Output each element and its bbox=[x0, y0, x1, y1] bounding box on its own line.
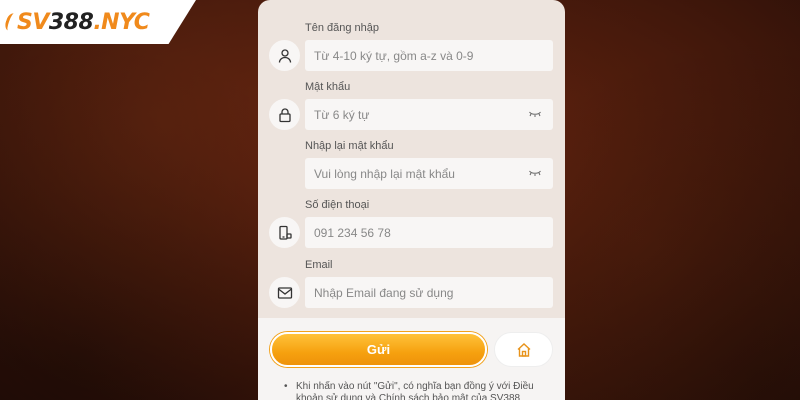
email-placeholder: Nhập Email đang sử dụng bbox=[314, 285, 454, 300]
email-label: Email bbox=[305, 259, 333, 271]
confirm-password-placeholder: Vui lòng nhập lại mật khẩu bbox=[314, 166, 455, 181]
phone-label: Số điện thoại bbox=[305, 199, 370, 211]
user-icon bbox=[269, 40, 300, 71]
phone-input[interactable]: 091 234 56 78 bbox=[305, 217, 553, 248]
mail-icon bbox=[269, 277, 300, 308]
eye-closed-icon[interactable] bbox=[529, 111, 541, 117]
username-placeholder: Từ 4-10 ký tự, gồm a-z và 0-9 bbox=[314, 48, 474, 63]
terms-note: • Khi nhấn vào nút "Gửi", có nghĩa bạn đ… bbox=[284, 381, 544, 400]
username-label: Tên đăng nhập bbox=[305, 22, 380, 34]
logo-swoosh-icon bbox=[3, 11, 19, 33]
eye-closed-icon[interactable] bbox=[529, 170, 541, 176]
phone-icon bbox=[269, 217, 300, 248]
password-label: Mật khẩu bbox=[305, 81, 351, 93]
confirm-password-input[interactable]: Vui lòng nhập lại mật khẩu bbox=[305, 158, 553, 189]
submit-button[interactable]: Gửi bbox=[270, 332, 487, 367]
logo-number: 388 bbox=[48, 9, 94, 35]
confirm-password-label: Nhập lại mật khẩu bbox=[305, 140, 394, 152]
terms-text: Khi nhấn vào nút "Gửi", có nghĩa bạn đồn… bbox=[296, 381, 534, 400]
logo-domain: .NYC bbox=[93, 9, 150, 35]
brand-logo[interactable]: SV 388 .NYC bbox=[0, 0, 196, 44]
lock-icon bbox=[269, 99, 300, 130]
logo-text: SV 388 .NYC bbox=[3, 9, 150, 35]
phone-placeholder: 091 234 56 78 bbox=[314, 225, 391, 240]
home-button[interactable] bbox=[494, 332, 553, 367]
note-bullet: • bbox=[284, 381, 288, 392]
home-icon bbox=[517, 342, 530, 357]
email-input[interactable]: Nhập Email đang sử dụng bbox=[305, 277, 553, 308]
submit-label: Gửi bbox=[366, 342, 391, 357]
username-input[interactable]: Từ 4-10 ký tự, gồm a-z và 0-9 bbox=[305, 40, 553, 71]
logo-sv: SV bbox=[17, 9, 49, 35]
password-input[interactable]: Từ 6 ký tự bbox=[305, 99, 553, 130]
password-placeholder: Từ 6 ký tự bbox=[314, 107, 370, 122]
